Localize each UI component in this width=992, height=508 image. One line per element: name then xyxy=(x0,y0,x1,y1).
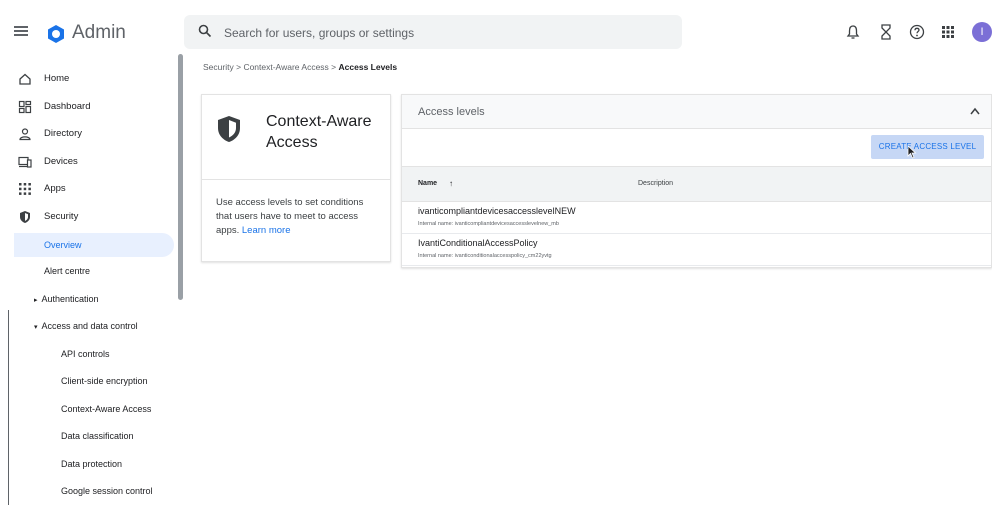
card-description: Use access levels to set conditions that… xyxy=(216,196,381,238)
sidebar-edge xyxy=(8,310,9,505)
table-row[interactable]: ivanticompliantdevicesaccesslevelNEW Int… xyxy=(402,202,991,234)
search-icon xyxy=(198,24,212,38)
help-icon[interactable] xyxy=(909,24,925,40)
admin-logo-icon[interactable] xyxy=(46,24,66,44)
chevron-down-icon: ▾ xyxy=(34,324,38,331)
sidebar-item-context-aware-access[interactable]: Context-Aware Access xyxy=(61,404,151,426)
breadcrumb-separator: > xyxy=(236,62,242,72)
sidebar-item-label: Directory xyxy=(44,128,83,139)
access-levels-title: Access levels xyxy=(418,106,485,118)
shield-icon xyxy=(20,211,30,223)
person-icon xyxy=(19,128,31,141)
access-level-internal-name: Internal name: ivanticompliantdevicesacc… xyxy=(418,221,559,227)
column-header-description: Description xyxy=(638,180,674,187)
breadcrumb-separator: > xyxy=(331,62,337,72)
create-access-level-button[interactable]: CREATE ACCESS LEVEL xyxy=(871,135,984,159)
apps-grid-icon xyxy=(19,183,31,195)
search-bar[interactable]: Search for users, groups or settings xyxy=(184,15,682,49)
sidebar-item-label: Authentication xyxy=(41,294,99,304)
avatar[interactable]: I xyxy=(972,22,992,42)
apps-grid-icon[interactable] xyxy=(940,24,956,40)
context-aware-access-card: Context-Aware Access Use access levels t… xyxy=(201,94,391,262)
sidebar-item-data-classification[interactable]: Data classification xyxy=(61,431,134,453)
breadcrumb-current: Access Levels xyxy=(338,62,398,72)
hourglass-icon[interactable] xyxy=(878,24,894,40)
sidebar-item-overview[interactable] xyxy=(14,233,174,257)
sidebar-item-label: Access and data control xyxy=(41,321,138,331)
home-icon xyxy=(19,73,31,85)
search-input[interactable]: Search for users, groups or settings xyxy=(224,26,414,40)
chevron-up-icon[interactable] xyxy=(970,107,980,115)
sidebar-item-label: Security xyxy=(44,211,79,222)
sidebar-item-label: Apps xyxy=(44,183,66,194)
access-levels-header[interactable]: Access levels xyxy=(402,95,991,129)
sidebar-item-data-protection[interactable]: Data protection xyxy=(61,459,122,481)
devices-icon xyxy=(18,156,32,168)
sidebar-item-api-controls[interactable]: API controls xyxy=(61,349,110,371)
main-menu-icon[interactable] xyxy=(14,26,28,36)
shield-icon xyxy=(218,116,240,142)
mouse-cursor-icon xyxy=(907,145,917,159)
breadcrumb: Security > Context-Aware Access > Access… xyxy=(203,62,397,72)
table-row[interactable]: IvantiConditionalAccessPolicy Internal n… xyxy=(402,234,991,266)
bell-icon[interactable] xyxy=(845,24,861,40)
breadcrumb-context-aware-access[interactable]: Context-Aware Access xyxy=(243,62,328,72)
sort-arrow-icon[interactable]: ↑ xyxy=(449,179,453,188)
access-level-internal-name: Internal name: ivanticonditionalaccesspo… xyxy=(418,253,552,259)
divider xyxy=(202,179,390,180)
sidebar-item-alert-centre[interactable]: Alert centre xyxy=(44,266,90,288)
column-header-name[interactable]: Name xyxy=(418,180,437,187)
dashboard-icon xyxy=(18,100,32,114)
sidebar-item-label: Dashboard xyxy=(44,101,91,112)
sidebar-item-access-and-data-control[interactable]: ▾ Access and data control xyxy=(34,321,138,343)
sidebar-scrollbar[interactable] xyxy=(178,54,183,300)
top-bar: Admin Search for users, groups or settin… xyxy=(0,0,992,54)
card-title: Context-Aware Access xyxy=(266,113,372,151)
sidebar-item-label: Home xyxy=(44,73,70,84)
sidebar-item-label: Devices xyxy=(44,156,78,167)
sidebar-item-authentication[interactable]: ▸ Authentication xyxy=(34,294,99,316)
access-levels-card: Access levels CREATE ACCESS LEVEL Name ↑… xyxy=(401,94,992,268)
chevron-right-icon: ▸ xyxy=(34,297,38,304)
sidebar-item-client-side-encryption[interactable]: Client-side encryption xyxy=(61,376,148,398)
learn-more-link[interactable]: Learn more xyxy=(242,225,291,236)
access-level-name[interactable]: IvantiConditionalAccessPolicy xyxy=(418,238,538,248)
breadcrumb-security[interactable]: Security xyxy=(203,62,234,72)
sidebar-item-overview-label: Overview xyxy=(44,240,82,250)
access-level-name[interactable]: ivanticompliantdevicesaccesslevelNEW xyxy=(418,206,576,216)
table-header: Name ↑ Description xyxy=(402,166,991,202)
app-title[interactable]: Admin xyxy=(72,22,126,44)
